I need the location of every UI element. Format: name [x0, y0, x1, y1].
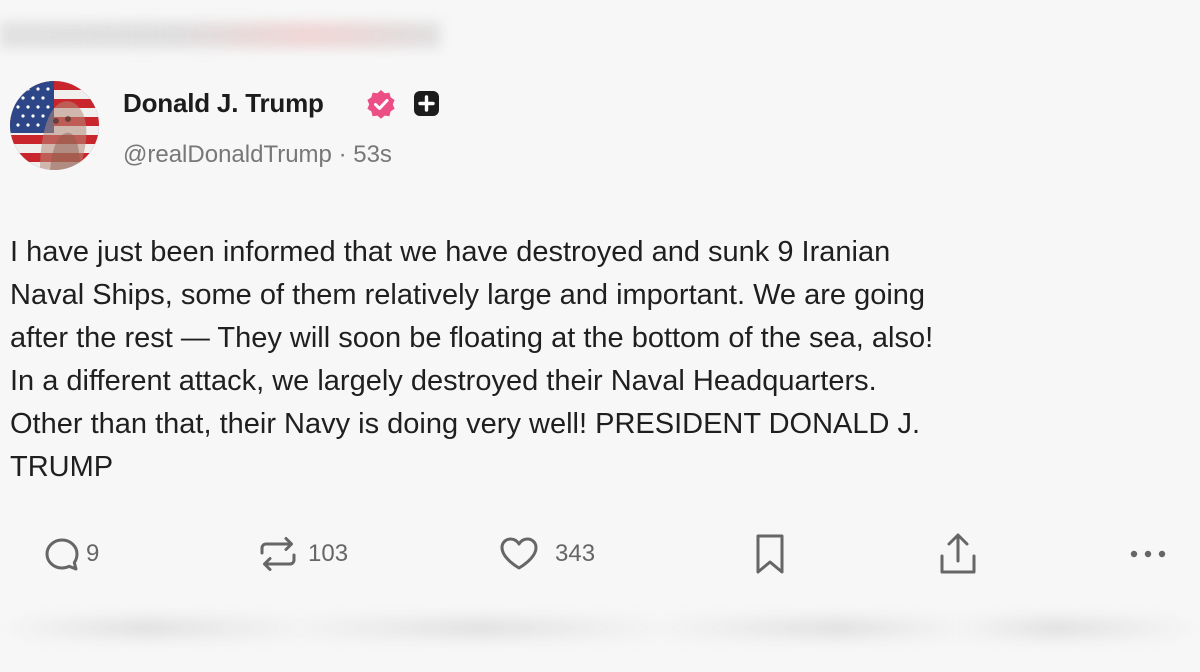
more-options-button[interactable]: [1124, 530, 1172, 578]
reply-button[interactable]: 9: [40, 530, 99, 578]
post-body-text: I have just been informed that we have d…: [10, 236, 934, 483]
bookmark-button[interactable]: [750, 530, 790, 578]
post-card: Donald J. Trump @realDonaldTrump · 53s I…: [0, 0, 1200, 672]
plus-badge-icon: [414, 91, 439, 116]
author-meta: @realDonaldTrump · 53s: [123, 141, 392, 169]
repost-count: 103: [308, 540, 349, 567]
author-display-name[interactable]: Donald J. Trump: [123, 88, 324, 119]
repost-icon: [260, 537, 296, 571]
avatar[interactable]: [10, 81, 99, 170]
post-timestamp[interactable]: 53s: [353, 141, 392, 168]
reply-icon: [45, 538, 79, 571]
verified-badge-icon: [367, 90, 395, 119]
reply-count: 9: [86, 540, 100, 567]
avatar-flag-portrait-icon: [10, 81, 99, 170]
more-dots-icon: [1130, 550, 1166, 558]
heart-icon: [500, 537, 538, 570]
bookmark-icon: [756, 534, 784, 574]
meta-separator: ·: [338, 141, 347, 168]
share-icon: [940, 533, 976, 574]
like-button[interactable]: 343: [497, 530, 595, 578]
repost-button[interactable]: 103: [256, 530, 348, 578]
author-handle[interactable]: @realDonaldTrump: [123, 141, 332, 168]
post-action-bar: 9 103 343: [0, 530, 1200, 580]
like-count: 343: [555, 540, 596, 567]
share-button[interactable]: [936, 530, 980, 578]
